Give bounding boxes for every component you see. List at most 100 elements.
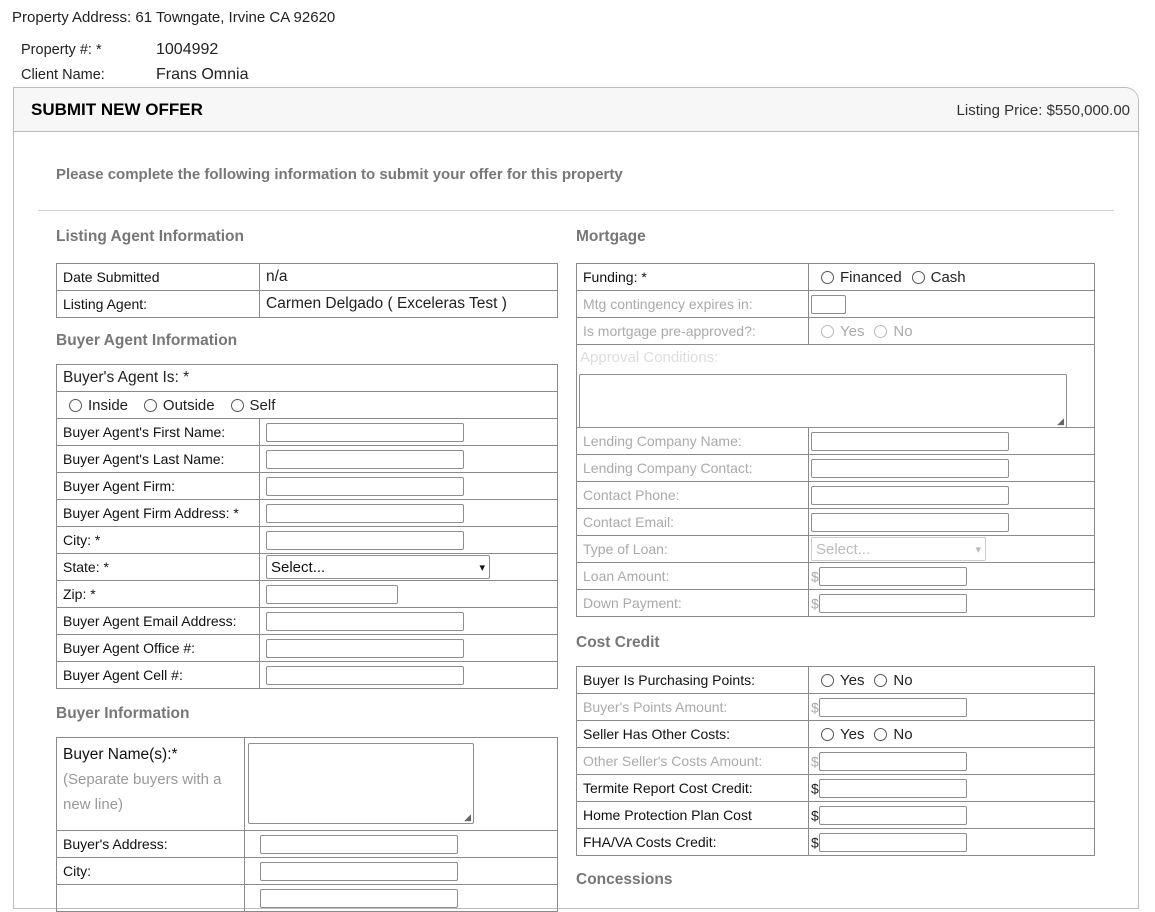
agent-state-label: State: *: [56, 553, 260, 581]
radio-inside[interactable]: [69, 398, 82, 412]
buyer-next-input[interactable]: [260, 888, 458, 908]
lending-company-input[interactable]: [811, 431, 1009, 451]
lending-contact-input[interactable]: [811, 458, 1009, 478]
termite-input[interactable]: [818, 778, 967, 798]
other-costs-amount-label: Other Seller's Costs Amount:: [576, 747, 809, 775]
radio-preapproved-no[interactable]: [874, 324, 888, 338]
divider: [38, 210, 1114, 211]
radio-financed-label: Financed: [840, 268, 902, 286]
termite-currency: $: [811, 780, 819, 796]
radio-outside[interactable]: [143, 398, 157, 412]
radio-seller-other-no-label: No: [893, 725, 913, 743]
radio-inside-label: Inside: [88, 396, 129, 414]
listing-agent-table: Date Submitted n/a Listing Agent: Carmen…: [56, 263, 558, 318]
agent-cell-input[interactable]: [266, 665, 464, 685]
buyer-city-input[interactable]: [260, 861, 458, 881]
cost-credit-table: Buyer Is Purchasing Points: Yes No Buyer…: [576, 666, 1095, 856]
down-payment-input[interactable]: [818, 593, 967, 613]
other-costs-input[interactable]: [818, 751, 967, 771]
listing-agent-heading: Listing Agent Information: [56, 228, 244, 245]
panel-header: SUBMIT NEW OFFER Listing Price: $550,000…: [14, 88, 1138, 132]
page-title: SUBMIT NEW OFFER: [31, 100, 203, 119]
loan-type-select[interactable]: Select... ▾: [811, 537, 986, 561]
points-amount-input[interactable]: [818, 697, 967, 717]
radio-seller-other-yes[interactable]: [821, 727, 834, 741]
home-protection-input[interactable]: [818, 805, 967, 825]
home-protection-label: Home Protection Plan Cost: [576, 801, 809, 829]
property-address-label: Property Address:: [12, 9, 132, 26]
agent-office-input[interactable]: [266, 638, 464, 658]
client-name-value: Frans Omnia: [156, 66, 249, 83]
loan-type-select-value: Select...: [816, 540, 871, 558]
agent-firm-label: Buyer Agent Firm:: [56, 472, 260, 500]
radio-seller-other-no[interactable]: [874, 727, 888, 741]
agent-city-input[interactable]: [266, 530, 464, 550]
property-number-label: Property #: *: [21, 42, 102, 58]
seller-other-costs-label: Seller Has Other Costs:: [576, 720, 809, 748]
termite-label: Termite Report Cost Credit:: [576, 774, 809, 802]
radio-points-yes[interactable]: [821, 673, 834, 687]
fha-va-currency: $: [811, 834, 819, 850]
property-address: Property Address: 61 Towngate, Irvine CA…: [12, 9, 335, 26]
buyer-names-label: Buyer Name(s):*: [63, 746, 178, 763]
date-submitted-label: Date Submitted: [56, 263, 260, 291]
buyer-agent-table: Buyer's Agent Is: * Inside Outside Self …: [56, 364, 558, 689]
points-amount-label: Buyer's Points Amount:: [576, 693, 809, 721]
agent-last-name-input[interactable]: [266, 449, 464, 469]
contact-phone-label: Contact Phone:: [576, 481, 809, 509]
buyer-names-hint: (Separate buyers with a new line): [63, 771, 222, 813]
funding-label: Funding: *: [576, 263, 809, 291]
contingency-input[interactable]: [811, 294, 846, 314]
agent-firm-address-input[interactable]: [266, 503, 464, 523]
down-payment-label: Down Payment:: [576, 589, 809, 617]
agent-email-label: Buyer Agent Email Address:: [56, 607, 260, 635]
agent-first-name-input[interactable]: [266, 422, 464, 442]
buyer-city-label: City:: [56, 857, 245, 885]
agent-zip-input[interactable]: [266, 584, 398, 604]
loan-type-label: Type of Loan:: [576, 535, 809, 563]
contact-email-label: Contact Email:: [576, 508, 809, 536]
approval-conditions-label: Approval Conditions:: [580, 349, 719, 366]
radio-cash[interactable]: [911, 270, 925, 284]
cost-credit-heading: Cost Credit: [576, 634, 660, 651]
property-number-value: 1004992: [156, 41, 219, 58]
fha-va-input[interactable]: [818, 832, 967, 852]
radio-points-no-label: No: [893, 671, 913, 689]
contact-email-input[interactable]: [811, 512, 1009, 532]
buyer-names-cell: Buyer Name(s):* (Separate buyers with a …: [56, 737, 245, 831]
mortgage-heading: Mortgage: [576, 228, 646, 245]
radio-outside-label: Outside: [162, 396, 215, 414]
home-protection-currency: $: [811, 807, 819, 823]
approval-conditions-textarea[interactable]: ◢: [579, 374, 1067, 428]
buyer-agent-type-radios: Inside Outside Self: [56, 391, 558, 419]
chevron-down-icon: ▾: [479, 561, 485, 574]
concessions-heading: Concessions: [576, 871, 673, 888]
listing-price: Listing Price: $550,000.00: [956, 102, 1130, 119]
client-name-label: Client Name:: [21, 67, 105, 83]
agent-firm-address-label: Buyer Agent Firm Address: *: [56, 499, 260, 527]
intro-text: Please complete the following informatio…: [56, 166, 623, 183]
resize-grip-icon: ◢: [1057, 416, 1064, 426]
agent-firm-input[interactable]: [266, 476, 464, 496]
agent-state-select[interactable]: Select... ▾: [266, 555, 490, 579]
radio-points-no[interactable]: [874, 673, 888, 687]
listing-agent-label: Listing Agent:: [56, 290, 260, 318]
buyer-names-textarea[interactable]: ◢: [248, 743, 474, 824]
other-costs-currency: $: [811, 753, 819, 769]
agent-email-input[interactable]: [266, 611, 464, 631]
property-address-value: 61 Towngate, Irvine CA 92620: [135, 9, 336, 26]
mortgage-table: Funding: * Financed Cash Mtg contingency…: [576, 263, 1095, 617]
radio-self-label: Self: [249, 396, 276, 414]
resize-grip-icon: ◢: [464, 812, 471, 822]
radio-seller-other-yes-label: Yes: [840, 725, 865, 743]
loan-amount-input[interactable]: [818, 566, 967, 586]
buyer-address-input[interactable]: [260, 834, 458, 854]
contact-phone-input[interactable]: [811, 485, 1009, 505]
radio-points-yes-label: Yes: [840, 671, 865, 689]
radio-self[interactable]: [230, 398, 244, 412]
radio-preapproved-yes[interactable]: [821, 324, 834, 338]
date-submitted-value: n/a: [259, 263, 558, 291]
lending-contact-label: Lending Company Contact:: [576, 454, 809, 482]
preapproved-label: Is mortgage pre-approved?:: [576, 317, 809, 345]
radio-financed[interactable]: [821, 270, 834, 284]
